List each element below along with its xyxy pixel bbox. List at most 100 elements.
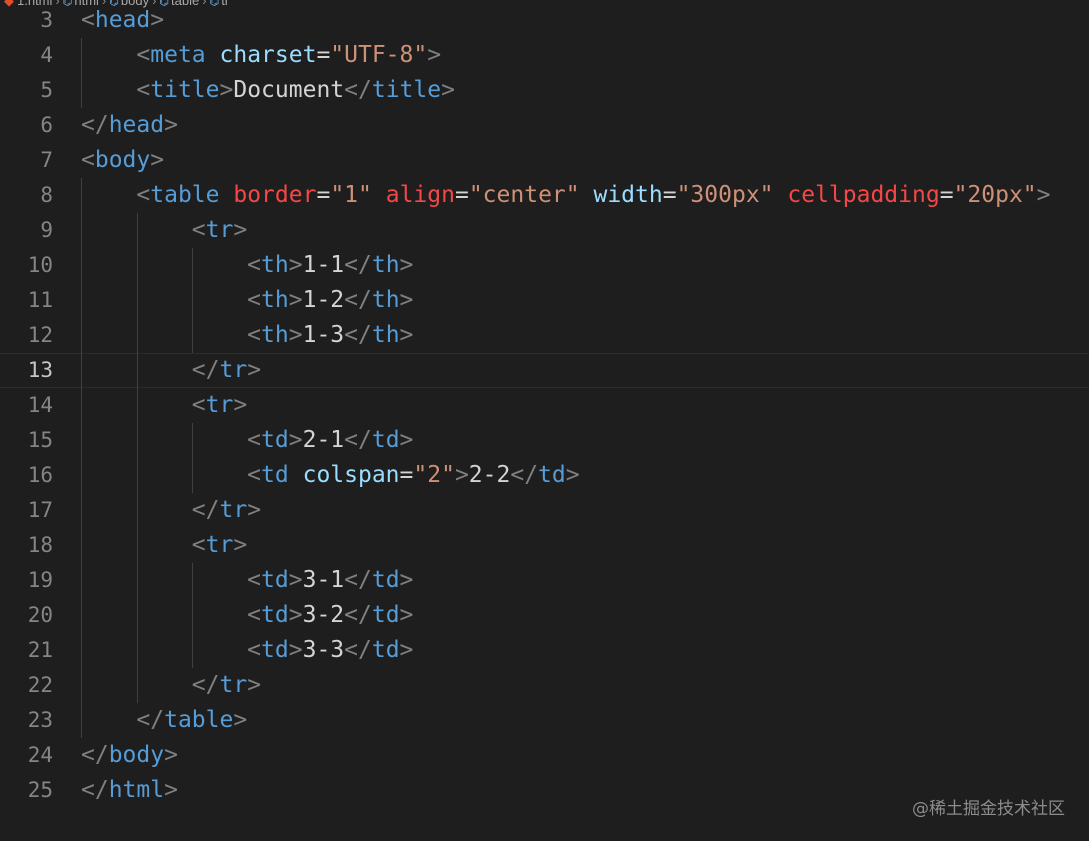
line-number[interactable]: 22 (0, 668, 53, 703)
text-token: 1-1 (302, 252, 345, 278)
line-number[interactable]: 12 (0, 318, 53, 353)
code-line[interactable]: 21 <td>3-3</td> (0, 633, 1089, 668)
breadcrumb-file[interactable]: ◆ 1.html (4, 0, 52, 10)
equals-token: = (939, 182, 954, 208)
code-line[interactable]: 20 <td>3-2</td> (0, 598, 1089, 633)
code-text[interactable]: <td>3-3</td> (81, 633, 413, 668)
code-line[interactable]: 11 <th>1-2</th> (0, 283, 1089, 318)
code-line[interactable]: 8 <table border="1" align="center" width… (0, 178, 1089, 213)
line-number[interactable]: 16 (0, 458, 53, 493)
code-text[interactable]: <tr> (81, 213, 247, 248)
line-number[interactable]: 5 (0, 73, 53, 108)
line-number[interactable]: 11 (0, 283, 53, 318)
code-line[interactable]: 10 <th>1-1</th> (0, 248, 1089, 283)
bracket-token: </ (191, 357, 220, 383)
indent-guide (192, 563, 194, 668)
code-text[interactable]: <body> (81, 143, 164, 178)
bracket-token: > (164, 742, 178, 768)
line-number[interactable]: 8 (0, 178, 53, 213)
code-text[interactable]: </head> (81, 108, 178, 143)
code-line[interactable]: 24 </body> (0, 738, 1089, 773)
code-text[interactable]: <meta charset="UTF-8"> (81, 38, 441, 73)
text-token: 2-2 (468, 462, 511, 488)
line-number[interactable]: 17 (0, 493, 53, 528)
code-text[interactable]: <tr> (81, 528, 247, 563)
line-number[interactable]: 4 (0, 38, 53, 73)
line-number[interactable]: 13 (0, 353, 53, 388)
code-line[interactable]: 16 <td colspan="2">2-2</td> (0, 458, 1089, 493)
line-number[interactable]: 24 (0, 738, 53, 773)
line-number[interactable]: 21 (0, 633, 53, 668)
attribute-token: colspan (302, 462, 400, 488)
code-line[interactable]: 15 <td>2-1</td> (0, 423, 1089, 458)
bracket-token: </ (344, 322, 372, 348)
code-text[interactable]: </body> (81, 738, 178, 773)
line-number[interactable]: 6 (0, 108, 53, 143)
code-line[interactable]: 5 <title>Document</title> (0, 73, 1089, 108)
code-text[interactable]: </tr> (81, 353, 261, 388)
tag-token: th (371, 322, 400, 348)
line-number[interactable]: 18 (0, 528, 53, 563)
element-icon: ⌬ (159, 0, 170, 8)
breadcrumb-item[interactable]: ⌬ body (109, 0, 149, 10)
bracket-token: > (399, 252, 414, 278)
line-number[interactable]: 20 (0, 598, 53, 633)
tag-token: tr (205, 532, 234, 558)
code-line[interactable]: 12 <th>1-3</th> (0, 318, 1089, 353)
code-text[interactable]: <title>Document</title> (81, 73, 455, 108)
code-text[interactable]: <tr> (81, 388, 247, 423)
line-number[interactable]: 25 (0, 773, 53, 808)
code-text[interactable]: <th>1-3</th> (81, 318, 413, 353)
code-text[interactable]: </tr> (81, 668, 261, 703)
code-text[interactable]: </html> (81, 773, 178, 808)
tag-token: td (261, 637, 289, 663)
line-number[interactable]: 15 (0, 423, 53, 458)
code-text[interactable]: <th>1-2</th> (81, 283, 413, 318)
bracket-token: > (219, 77, 234, 103)
text-token: 2-1 (302, 427, 345, 453)
breadcrumb-item[interactable]: ⌬ table (159, 0, 199, 10)
breadcrumb-item[interactable]: ⌬ html (63, 0, 99, 10)
code-text[interactable]: <td>3-1</td> (81, 563, 413, 598)
code-line[interactable]: 22 </tr> (0, 668, 1089, 703)
tag-token: td (261, 602, 289, 628)
code-text[interactable]: </tr> (81, 493, 261, 528)
breadcrumb-item[interactable]: ⌬ tr (210, 0, 230, 10)
code-line[interactable]: 14 <tr> (0, 388, 1089, 423)
code-line[interactable]: 23 </table> (0, 703, 1089, 738)
code-line[interactable]: 6 </head> (0, 108, 1089, 143)
code-text[interactable]: <th>1-1</th> (81, 248, 413, 283)
line-number[interactable]: 14 (0, 388, 53, 423)
code-line[interactable]: 18 <tr> (0, 528, 1089, 563)
line-number[interactable]: 10 (0, 248, 53, 283)
code-line[interactable]: 13 </tr> (0, 353, 1089, 388)
bracket-token: > (399, 602, 414, 628)
line-number[interactable]: 9 (0, 213, 53, 248)
code-editor[interactable]: ◆ 1.html › ⌬ html › ⌬ body › ⌬ table › ⌬ tr 3 <head> 4 … (0, 0, 1089, 841)
text-token: 3-2 (302, 602, 345, 628)
code-line[interactable]: 4 <meta charset="UTF-8"> (0, 38, 1089, 73)
code-line[interactable]: 17 </tr> (0, 493, 1089, 528)
code-text[interactable]: </table> (81, 703, 247, 738)
line-number[interactable]: 19 (0, 563, 53, 598)
bracket-token: </ (344, 287, 372, 313)
code-line[interactable]: 7 <body> (0, 143, 1089, 178)
code-line[interactable]: 9 <tr> (0, 213, 1089, 248)
code-text[interactable]: <table border="1" align="center" width="… (81, 178, 1050, 213)
code-line[interactable]: 19 <td>3-1</td> (0, 563, 1089, 598)
indent-guide (81, 178, 82, 738)
code-text[interactable]: <td>3-2</td> (81, 598, 413, 633)
bracket-token: > (233, 532, 248, 558)
line-number[interactable]: 23 (0, 703, 53, 738)
code-text[interactable]: <td colspan="2">2-2</td> (81, 458, 579, 493)
tag-token: html (108, 777, 165, 803)
line-number[interactable]: 7 (0, 143, 53, 178)
code-text[interactable]: <td>2-1</td> (81, 423, 413, 458)
